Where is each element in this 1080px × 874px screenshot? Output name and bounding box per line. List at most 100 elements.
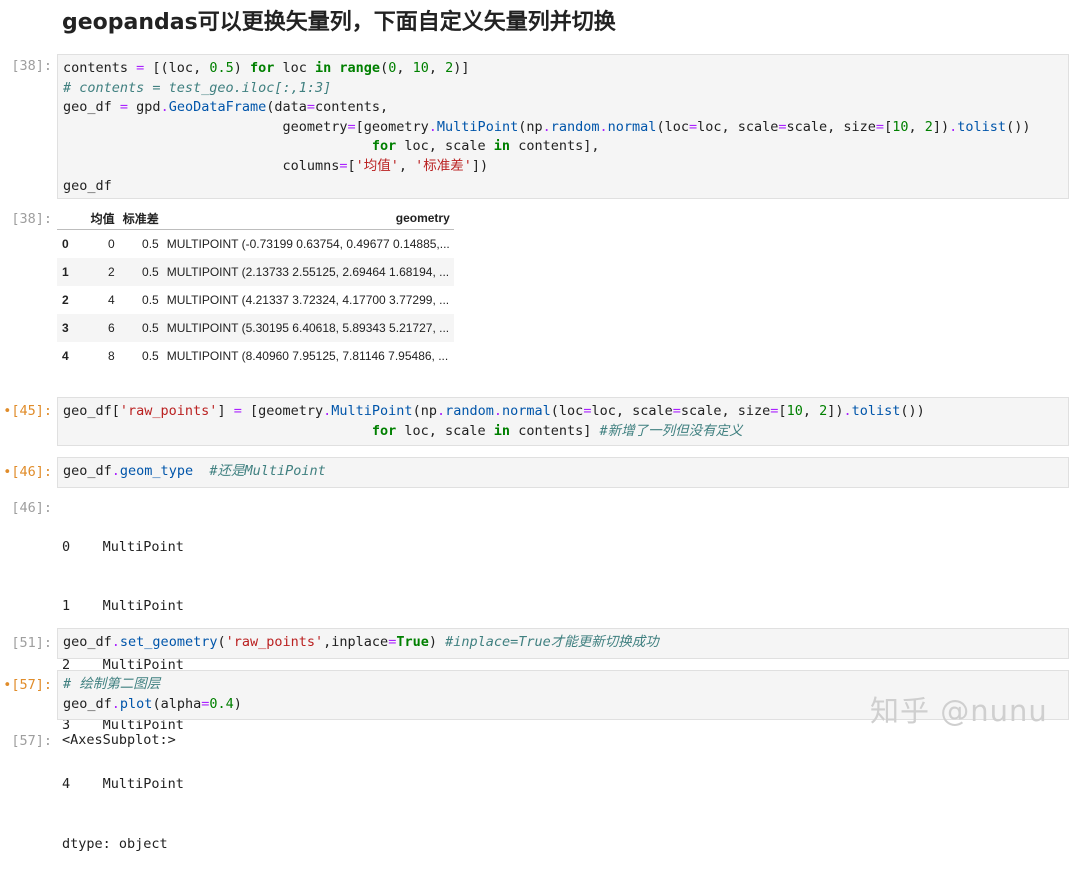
- code-token: [geometry: [241, 403, 324, 419]
- name-token: geom_type: [119, 463, 194, 479]
- code-token: geo_df: [63, 695, 112, 712]
- code-token: [(loc,: [144, 60, 210, 76]
- cell-std: 0.5: [142, 321, 159, 335]
- code-token: ()): [900, 403, 925, 419]
- code-token: (np: [412, 403, 437, 419]
- keyword-token: for: [249, 60, 275, 76]
- cell-57-out-prompt: [57]:: [11, 733, 52, 749]
- operator-token: =: [875, 118, 885, 135]
- code-line: columns=['均值', '标准差']): [63, 157, 1068, 177]
- operator-token: .: [111, 463, 120, 479]
- comment-token: #新增了一列但没有定义: [599, 422, 743, 439]
- comment-token: # contents = test_geo.iloc[:,1:3]: [63, 79, 332, 96]
- operator-token: =: [347, 118, 356, 135]
- code-token: contents]: [510, 422, 600, 439]
- code-token: ]): [932, 118, 950, 135]
- code-token: ,: [908, 118, 925, 135]
- row-index: 0: [62, 237, 69, 251]
- cell-mean: 0: [108, 237, 115, 251]
- keyword-token: in: [493, 422, 511, 439]
- cell-mean: 4: [108, 293, 115, 307]
- code-token: geo_df: [63, 99, 120, 116]
- name-token: random: [445, 403, 494, 419]
- operator-token: .: [160, 99, 169, 116]
- operator-token: .: [493, 403, 503, 419]
- code-token: scale, size: [786, 118, 876, 135]
- column-header-geometry: geometry: [162, 207, 454, 230]
- code-token: loc, scale: [396, 422, 494, 439]
- row-index: 2: [62, 293, 69, 307]
- code-token: geo_df[: [63, 403, 120, 419]
- code-token: loc, scale: [591, 403, 673, 419]
- cell-geometry: MULTIPOINT (5.30195 6.40618, 5.89343 5.2…: [166, 321, 450, 335]
- cell-38-out-prompt: [38]:: [11, 211, 52, 227]
- output-line: 0 MultiPoint: [62, 538, 184, 555]
- code-token: ): [233, 695, 242, 712]
- code-cell-46[interactable]: geo_df.geom_type #还是MultiPoint: [57, 457, 1069, 488]
- code-editor[interactable]: geo_df.geom_type #还是MultiPoint: [63, 462, 1068, 482]
- code-token: )]: [453, 60, 470, 76]
- keyword-token: for: [371, 422, 397, 439]
- cell-45-in-prompt: •[45]:: [3, 403, 52, 419]
- operator-token: =: [688, 118, 698, 135]
- number-token: 10: [892, 118, 909, 135]
- comment-token: #inplace=True才能更新切换成功: [445, 634, 659, 650]
- code-cell-51[interactable]: geo_df.set_geometry('raw_points',inplace…: [57, 628, 1069, 659]
- code-cell-45[interactable]: geo_df['raw_points'] = [geometry. MultiPo…: [57, 397, 1069, 446]
- code-token: ,: [398, 157, 416, 174]
- notebook-heading: geopandas可以更换矢量列，下面自定义矢量列并切换: [62, 10, 616, 35]
- number-token: 10: [786, 403, 803, 419]
- dataframe-output: 均值 标准差 geometry 0 0 0.5 MULTIPOINT (-0.7…: [57, 207, 454, 370]
- cell-mean: 6: [108, 321, 115, 335]
- cell-51-in-prompt: [51]:: [11, 635, 52, 651]
- operator-token: .: [843, 403, 852, 419]
- code-line: geo_df['raw_points'] = [geometry. MultiPo…: [63, 402, 1068, 422]
- code-editor[interactable]: contents = [(loc, 0.5) for loc in range(…: [63, 59, 1068, 196]
- code-token: [geometry: [355, 118, 429, 135]
- code-token: loc, scale: [697, 118, 779, 135]
- code-token: columns: [63, 157, 340, 174]
- column-header-mean: 均值: [72, 207, 119, 230]
- code-token: (: [217, 634, 226, 650]
- code-token: ]: [217, 403, 234, 419]
- code-token: ): [233, 60, 250, 76]
- cell-57-in-prompt: •[57]:: [3, 677, 52, 693]
- number-token: 0.5: [209, 60, 234, 76]
- operator-token: =: [306, 99, 316, 116]
- code-editor[interactable]: geo_df['raw_points'] = [geometry. MultiPo…: [63, 402, 1068, 441]
- row-index: 1: [62, 265, 69, 279]
- watermark: 知乎 @nunu: [870, 694, 1048, 728]
- code-token: gpd: [128, 99, 161, 116]
- code-line: geo_df: [63, 177, 1068, 197]
- cell-mean: 2: [108, 265, 115, 279]
- code-token: [: [884, 118, 893, 135]
- name-token: normal: [607, 118, 657, 135]
- name-token: MultiPoint: [331, 403, 413, 419]
- operator-token: .: [599, 118, 608, 135]
- cell-std: 0.5: [142, 265, 159, 279]
- code-line: for loc, scale in contents],: [63, 137, 1068, 157]
- operator-token: .: [111, 695, 120, 712]
- table-row: 4 8 0.5 MULTIPOINT (8.40960 7.95125, 7.8…: [57, 342, 454, 370]
- table-row: 0 0 0.5 MULTIPOINT (-0.73199 0.63754, 0.…: [57, 229, 454, 258]
- row-index: 4: [62, 349, 69, 363]
- code-token: geometry: [63, 118, 348, 135]
- operator-token: =: [672, 403, 681, 419]
- keyword-token: in: [493, 138, 511, 155]
- code-token: contents,: [315, 99, 389, 116]
- code-editor[interactable]: geo_df.set_geometry('raw_points',inplace…: [63, 633, 1068, 653]
- operator-token: .: [436, 403, 446, 419]
- code-line: # contents = test_geo.iloc[:,1:3]: [63, 79, 1068, 99]
- code-cell-38[interactable]: contents = [(loc, 0.5) for loc in range(…: [57, 54, 1069, 199]
- code-line: for loc, scale in contents] #新增了一列但没有定义: [63, 422, 1068, 442]
- column-header-std: 标准差: [118, 207, 163, 230]
- name-token: set_geometry: [119, 634, 218, 650]
- code-token: geo_df: [63, 463, 112, 479]
- code-token: ,: [428, 60, 446, 76]
- code-token: geo_df: [63, 177, 112, 194]
- number-token: 10: [412, 60, 429, 76]
- code-token: (loc: [656, 118, 689, 135]
